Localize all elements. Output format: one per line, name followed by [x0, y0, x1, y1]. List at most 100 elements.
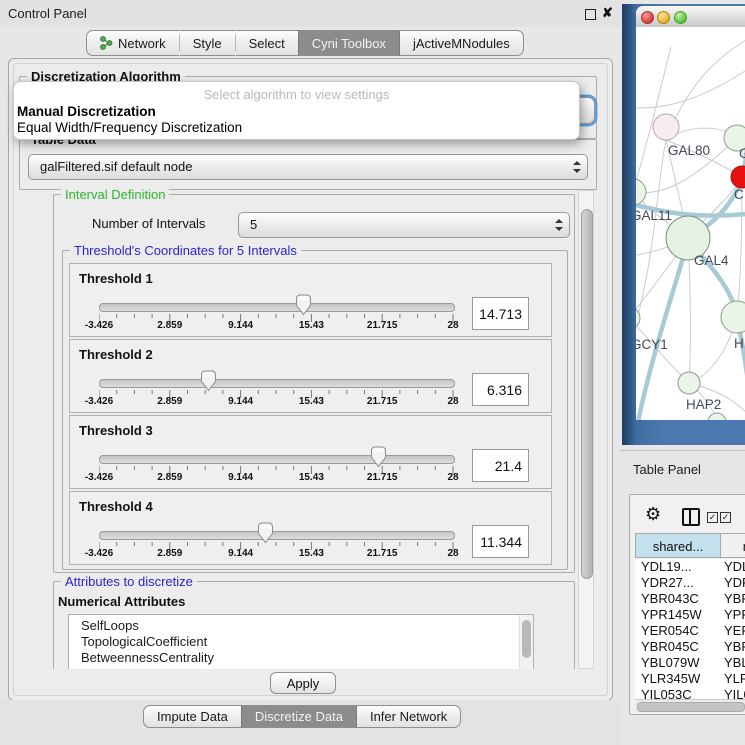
group-title: Threshold's Coordinates for 5 Intervals	[70, 243, 301, 258]
cell-name: YBR0	[724, 639, 745, 654]
network-view[interactable]: GAL80GACGAL11GAL4GCY1HHAP2	[636, 27, 745, 420]
tab-style[interactable]: Style	[180, 30, 235, 56]
tab-label: Discretize Data	[255, 709, 343, 724]
threshold-value-field[interactable]: 11.344	[472, 525, 529, 558]
tab-select[interactable]: Select	[236, 30, 298, 56]
threshold-value-field[interactable]: 14.713	[472, 297, 529, 330]
slider-track[interactable]	[99, 379, 455, 388]
table-row[interactable]: YDR27... YDR2	[635, 575, 745, 591]
cell-shared-name: YPR145W	[641, 607, 702, 622]
dropdown-option-manual[interactable]: Manual Discretization	[17, 104, 156, 119]
attributes-group: Attributes to discretize Numerical Attri…	[53, 581, 575, 669]
cell-name: YDR2	[724, 575, 745, 590]
threshold-row: Threshold 3-3.4262.8599.14415.4321.71528…	[69, 415, 552, 489]
tab-jactivemnodules[interactable]: jActiveMNodules	[400, 30, 524, 56]
table-row[interactable]: YBR043CYBR0	[635, 591, 745, 607]
num-intervals-select[interactable]: 5	[238, 212, 570, 238]
tab-label: Infer Network	[370, 709, 447, 724]
table-row[interactable]: YBR045CYBR0	[635, 639, 745, 655]
attribute-item[interactable]: TopologicalCoefficient	[81, 634, 207, 650]
slider-track[interactable]	[99, 455, 455, 464]
numerical-attributes-label: Numerical Attributes	[58, 594, 185, 609]
threshold-row: Threshold 2-3.4262.8599.14415.4321.71528…	[69, 339, 552, 413]
network-graph[interactable]: GAL80GACGAL11GAL4GCY1HHAP2	[636, 27, 745, 420]
table-row[interactable]: YER054CYER0	[635, 623, 745, 639]
close-icon[interactable]: ✘	[602, 5, 613, 21]
zoom-traffic-light-icon[interactable]	[674, 11, 687, 24]
threshold-value-field[interactable]: 21.4	[472, 449, 529, 482]
threshold-label: Threshold 3	[79, 423, 153, 438]
column-header-name[interactable]: na	[720, 533, 745, 558]
tick-label: -3.426	[74, 320, 124, 331]
network-titlebar[interactable]	[636, 6, 745, 28]
tick-label: 28	[428, 472, 478, 483]
float-window-icon[interactable]	[585, 9, 596, 20]
table-row[interactable]: YIL053CYIL0	[635, 687, 745, 699]
panel-scrollbar[interactable]	[578, 190, 594, 669]
tab-discretize-data[interactable]: Discretize Data	[241, 705, 357, 728]
tick-label: 15.43	[286, 472, 336, 483]
tick-label: 21.715	[357, 396, 407, 407]
slider-track[interactable]	[99, 531, 455, 540]
network-window: GAL80GACGAL11GAL4GCY1HHAP2	[622, 4, 745, 445]
minimize-traffic-light-icon[interactable]	[657, 11, 670, 24]
control-panel-titlebar: Control Panel ✘	[0, 0, 620, 27]
tab-impute-data[interactable]: Impute Data	[143, 705, 241, 728]
threshold-row: Threshold 4-3.4262.8599.14415.4321.71528…	[69, 491, 552, 565]
svg-text:GAL4: GAL4	[694, 253, 729, 268]
panel-scrollbar-thumb[interactable]	[581, 209, 593, 579]
column-header-shared-name[interactable]: shared...	[635, 533, 721, 558]
table-panel-title: Table Panel	[633, 462, 701, 477]
dropdown-option-equal-width[interactable]: Equal Width/Frequency Discretization	[17, 120, 242, 135]
tick-label: -3.426	[74, 472, 124, 483]
table-row[interactable]: YLR345WYLR3	[635, 671, 745, 687]
table-row[interactable]: YPR145W YPR1	[635, 607, 745, 623]
cell-name: YER0	[724, 623, 745, 638]
slider-thumb[interactable]	[257, 522, 274, 544]
table-data-select[interactable]: galFiltered.sif default node	[28, 154, 588, 180]
apply-button[interactable]: Apply	[270, 672, 336, 694]
attribute-item[interactable]: BetweennessCentrality	[81, 650, 214, 666]
table-row[interactable]: YDL19...YDL1	[635, 559, 745, 575]
threshold-value-field[interactable]: 6.316	[472, 373, 529, 406]
checkbox-icon[interactable]: ✓	[707, 512, 718, 523]
tick-label: 2.859	[145, 396, 195, 407]
app-root: Control Panel ✘ NetworkStyleSelectCyni T…	[0, 0, 745, 745]
tick-label: -3.426	[74, 548, 124, 559]
table-row[interactable]: YBL079WYBL0	[635, 655, 745, 671]
cell-name: YIL0	[724, 687, 745, 699]
tab-network[interactable]: Network	[86, 30, 179, 56]
group-title: Attributes to discretize	[61, 574, 197, 589]
tick-label: 2.859	[145, 320, 195, 331]
checkbox-icon[interactable]: ✓	[720, 512, 731, 523]
cell-name: YPR1	[724, 607, 745, 622]
tab-infer-network[interactable]: Infer Network	[357, 705, 461, 728]
gear-icon[interactable]: ⚙	[645, 504, 661, 525]
attribute-item[interactable]: SelfLoops	[81, 618, 139, 634]
tick-label: 28	[428, 396, 478, 407]
tick-label: 9.144	[216, 320, 266, 331]
tick-label: 15.43	[286, 548, 336, 559]
tick-label: 2.859	[145, 548, 195, 559]
svg-text:GA: GA	[739, 146, 745, 161]
numerical-attributes-list[interactable]: SelfLoopsTopologicalCoefficientBetweenne…	[68, 614, 534, 669]
table-data-value: galFiltered.sif default node	[40, 159, 192, 174]
list-scrollbar[interactable]	[519, 615, 533, 669]
cell-shared-name: YBR043C	[641, 591, 699, 606]
tick-label: 2.859	[145, 472, 195, 483]
stepper-icon	[555, 219, 562, 231]
slider-track[interactable]	[99, 303, 455, 312]
table-hscrollbar[interactable]	[635, 699, 745, 712]
columns-icon[interactable]	[682, 508, 700, 526]
tick-label: 28	[428, 320, 478, 331]
tick-label: 15.43	[286, 396, 336, 407]
tick-label: 28	[428, 548, 478, 559]
table-rows[interactable]: YDL19...YDL1YDR27...YDR2YBR043CYBR0YPR14…	[635, 559, 745, 699]
close-traffic-light-icon[interactable]	[641, 11, 654, 24]
tick-label: 9.144	[216, 548, 266, 559]
slider-thumb[interactable]	[295, 294, 312, 316]
slider-thumb[interactable]	[200, 370, 217, 392]
cell-shared-name: YDR27...	[641, 575, 694, 590]
slider-thumb[interactable]	[370, 446, 387, 468]
tab-cyni-toolbox[interactable]: Cyni Toolbox	[298, 30, 400, 56]
